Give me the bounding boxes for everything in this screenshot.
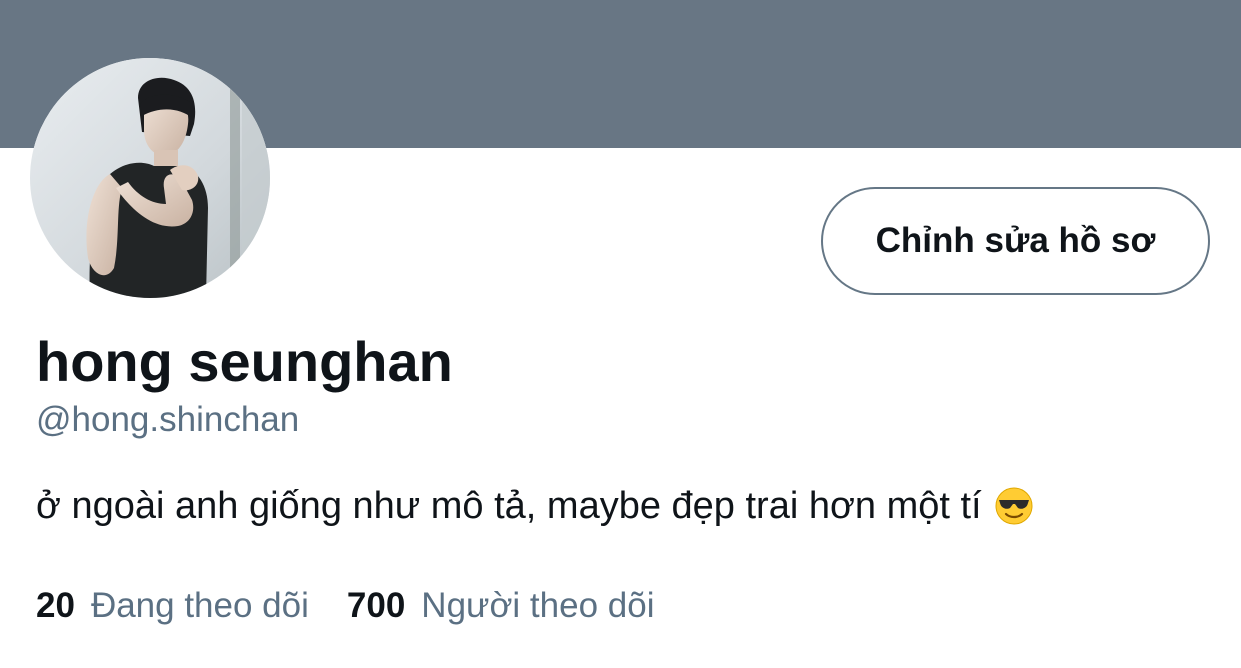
avatar[interactable] <box>30 58 270 298</box>
profile-bio: ở ngoài anh giống như mô tả, maybe đẹp t… <box>36 482 1034 530</box>
following-stat[interactable]: 20 Đang theo dõi <box>36 584 309 628</box>
bio-text: ở ngoài anh giống như mô tả, maybe đẹp t… <box>36 485 982 527</box>
followers-count: 700 <box>346 586 406 625</box>
follow-stats: 20 Đang theo dõi 700 Người theo dõi <box>36 584 654 628</box>
followers-stat[interactable]: 700 Người theo dõi <box>347 584 655 628</box>
display-name: hong seunghan <box>36 330 453 393</box>
profile-page: Chỉnh sửa hồ sơ hong seunghan @hong.shin… <box>0 0 1241 668</box>
sunglasses-smiling-face-icon <box>995 487 1033 525</box>
following-count: 20 <box>36 586 75 625</box>
following-label: Đang theo dõi <box>90 586 309 625</box>
edit-profile-button[interactable]: Chỉnh sửa hồ sơ <box>821 187 1210 295</box>
user-handle: @hong.shinchan <box>36 400 300 439</box>
avatar-photo <box>30 58 270 298</box>
followers-label: Người theo dõi <box>421 586 655 625</box>
